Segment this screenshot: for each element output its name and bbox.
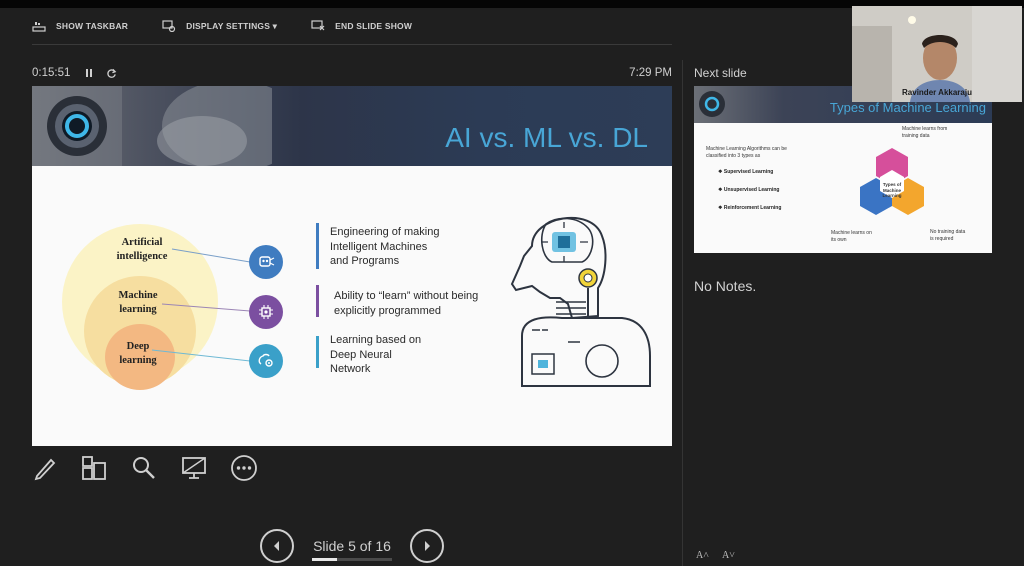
display-settings-label: DISPLAY SETTINGS ▾ [186, 20, 278, 31]
presenter-name: Ravinder Akkaraju [902, 88, 972, 97]
taskbar-icon [32, 22, 46, 32]
next-slide-button[interactable] [410, 529, 444, 563]
restart-timer-button[interactable] [106, 68, 117, 79]
show-taskbar-button[interactable]: SHOW TASKBAR [32, 20, 128, 32]
slide-tools [32, 452, 258, 484]
decrease-font-button[interactable]: A˅ [722, 550, 735, 561]
note-top: Machine learns from training data [902, 126, 947, 139]
elapsed-timer: 0:15:51 [32, 67, 71, 79]
pen-icon [34, 458, 56, 481]
note-top-line2: training data [902, 132, 930, 139]
bullet-unsupervised: ❖ Unsupervised Learning [718, 187, 780, 193]
slide-progress-bar [312, 558, 392, 561]
end-slide-show-label: END SLIDE SHOW [335, 21, 413, 31]
show-taskbar-label: SHOW TASKBAR [56, 21, 129, 31]
bullet-supervised: ❖ Supervised Learning [718, 169, 774, 175]
magnifier-icon [133, 457, 155, 479]
intro-line2: classified into 3 types as [706, 152, 761, 159]
see-all-slides-button[interactable] [80, 454, 108, 482]
note-right-line1: No training data [930, 229, 966, 235]
pane-divider[interactable] [682, 60, 683, 566]
display-settings-button[interactable]: DISPLAY SETTINGS ▾ [162, 20, 277, 32]
note-top-line1: Machine learns from [902, 126, 948, 132]
ai-desc-line1: Engineering of making [330, 226, 440, 238]
dl-description: Learning based on Deep Neural Network [330, 333, 421, 377]
more-icon [231, 455, 257, 481]
intro-line1: Machine Learning Algorithms can be [706, 146, 787, 152]
end-slide-show-button[interactable]: END SLIDE SHOW [311, 20, 412, 32]
dl-desc-line1: Learning based on [330, 334, 422, 346]
note-left: Machine learns on its own [831, 230, 872, 243]
end-show-icon [311, 20, 325, 31]
webcam-video: Ravinder Akkaraju [852, 6, 1022, 102]
increase-font-button[interactable]: A˄ [696, 550, 709, 561]
ml-icon-circle [249, 295, 283, 329]
ml-description: Ability to “learn” without being explici… [334, 289, 478, 318]
next-slide-intro: Machine Learning Algorithms can be class… [706, 146, 787, 159]
black-screen-button[interactable] [180, 454, 208, 482]
note-left-line2: its own [831, 236, 847, 243]
chip-icon [259, 305, 273, 319]
previous-slide-button[interactable] [260, 529, 294, 563]
screen-off-icon [182, 457, 206, 479]
dl-desc-bar [316, 336, 319, 368]
more-options-button[interactable] [230, 454, 258, 482]
toolbar-divider [32, 44, 672, 45]
speaker-notes[interactable]: No Notes. [694, 278, 756, 294]
next-slide-title: Types of Machine Learning [829, 100, 986, 115]
ai-icon-circle [249, 245, 283, 279]
ml-desc-bar [316, 285, 319, 317]
ml-desc-line2: explicitly programmed [334, 304, 441, 317]
pause-timer-button[interactable] [84, 68, 94, 78]
slide-counter[interactable]: Slide 5 of 16 [313, 538, 391, 554]
note-left-line1: Machine learns on [831, 230, 872, 236]
ai-desc-line3: and Programs [330, 255, 400, 267]
next-slide-preview[interactable]: Types of Machine Learning Machine Learni… [694, 86, 992, 253]
restart-icon [107, 68, 117, 78]
hex-center-line3: Learning [882, 193, 902, 198]
dl-desc-line3: Network [330, 363, 371, 375]
timer-row: 0:15:51 7:29 PM [32, 64, 672, 82]
presenter-view: SHOW TASKBAR DISPLAY SETTINGS ▾ END SLID… [0, 0, 1024, 566]
robot-face-icon [259, 256, 275, 267]
note-right-line2: is required [930, 235, 954, 242]
hex-center-label: Types of Machine Learning [880, 182, 904, 199]
hex-center-line1: Types of [882, 182, 902, 187]
next-arrow-icon [425, 541, 430, 551]
display-settings-icon [162, 20, 176, 32]
pause-icon [86, 69, 93, 77]
previous-arrow-icon [274, 541, 279, 551]
current-slide[interactable]: AI vs. ML vs. DL Artificial intelligence… [32, 86, 672, 446]
ai-desc-line2: Intelligent Machines [330, 240, 428, 253]
ai-desc-bar [316, 223, 319, 269]
grid-icon [82, 456, 106, 480]
bullet-reinforcement: ❖ Reinforcement Learning [718, 205, 782, 211]
current-time: 7:29 PM [629, 67, 672, 79]
zoom-button[interactable] [130, 454, 158, 482]
next-slide-robot-graphic [699, 91, 725, 117]
next-slide-heading: Next slide [694, 66, 747, 80]
dl-desc-line2: Deep Neural [330, 348, 392, 361]
pen-tool-button[interactable] [32, 455, 58, 481]
slide-progress-fill [312, 558, 337, 561]
dl-icon-circle [249, 344, 283, 378]
brain-gear-icon [258, 353, 273, 367]
note-right: No training data is required [930, 229, 965, 242]
robot-brain-illustration [510, 216, 651, 387]
ml-desc-line1: Ability to “learn” without being [334, 290, 479, 302]
ai-description: Engineering of making Intelligent Machin… [330, 225, 439, 269]
